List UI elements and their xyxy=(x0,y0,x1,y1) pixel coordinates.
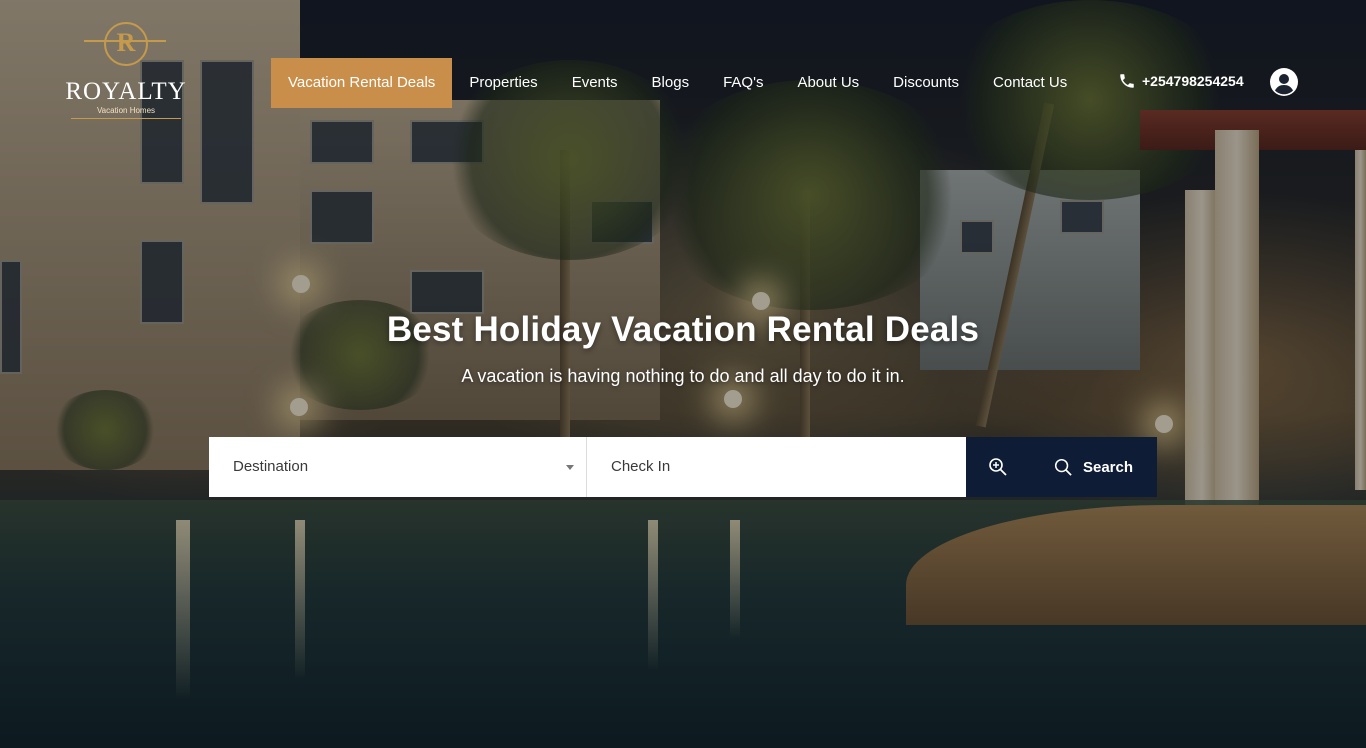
nav-item-about-us[interactable]: About Us xyxy=(780,58,876,108)
phone-icon xyxy=(1120,74,1134,88)
logo-tagline: Vacation Homes xyxy=(96,106,156,115)
check-in-placeholder: Check In xyxy=(611,458,671,475)
nav-item-discounts[interactable]: Discounts xyxy=(876,58,976,108)
nav-item-events[interactable]: Events xyxy=(555,58,635,108)
hero-title: Best Holiday Vacation Rental Deals xyxy=(386,310,980,349)
nav-item-vacation-rental-deals[interactable]: Vacation Rental Deals xyxy=(271,58,453,108)
chevron-down-icon xyxy=(566,465,574,470)
search-button-label: Search xyxy=(1082,458,1134,476)
check-in-field[interactable]: Check In xyxy=(587,437,966,497)
destination-placeholder: Destination xyxy=(233,458,309,475)
phone-link[interactable]: +254798254254 xyxy=(1118,72,1244,90)
nav-item-contact-us[interactable]: Contact Us xyxy=(976,58,1084,108)
search-button[interactable]: Search xyxy=(1030,437,1157,497)
user-account-icon[interactable] xyxy=(1270,68,1298,96)
destination-select[interactable]: Destination xyxy=(209,437,587,497)
logo-name: ROYALTY xyxy=(65,78,187,105)
zoom-in-icon xyxy=(989,458,1007,476)
nav-item-blogs[interactable]: Blogs xyxy=(635,58,707,108)
search-icon xyxy=(1054,458,1072,476)
nav-item-faqs[interactable]: FAQ's xyxy=(706,58,780,108)
search-bar: Destination Check In Search xyxy=(209,437,1157,497)
logo-crest: R xyxy=(84,22,166,66)
nav-item-properties[interactable]: Properties xyxy=(452,58,554,108)
hero-subtitle: A vacation is having nothing to do and a… xyxy=(461,366,905,386)
main-nav: Vacation Rental Deals Properties Events … xyxy=(271,58,1084,108)
site-logo[interactable]: R ROYALTY Vacation Homes xyxy=(64,22,188,119)
logo-divider xyxy=(71,118,181,119)
phone-number: +254798254254 xyxy=(1142,73,1244,89)
zoom-in-button[interactable] xyxy=(966,437,1030,497)
